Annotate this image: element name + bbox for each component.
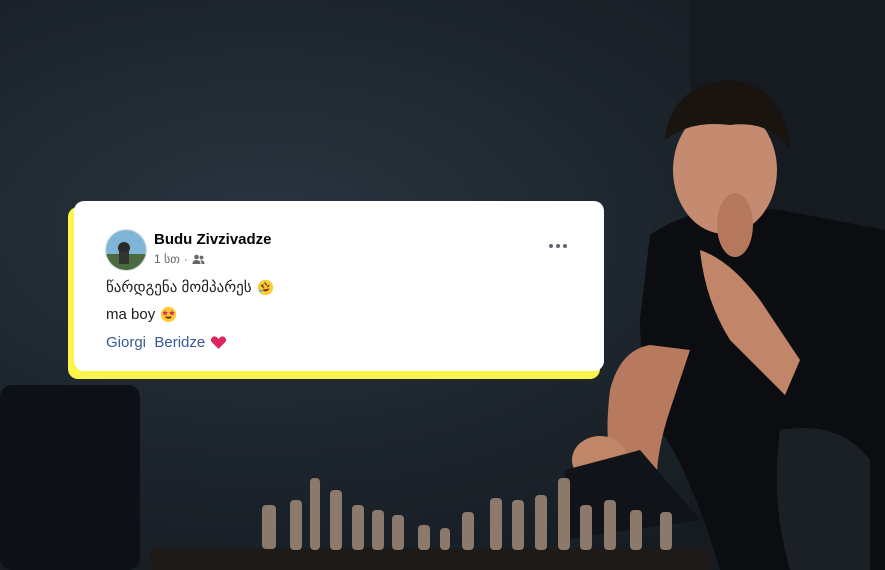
comment-line-2: ma boy — [106, 306, 177, 323]
post-time[interactable]: 1 სთ — [154, 252, 180, 266]
mention-last-name[interactable]: Beridze — [154, 334, 205, 351]
comment-card-wrapper: Budu Zivzivadze 1 სთ · წარდგენა მომპარეს — [68, 201, 604, 379]
comment-line-3: Giorgi Beridze — [106, 334, 227, 351]
friends-icon — [192, 254, 205, 264]
comment-text-1: წარდგენა მომპარეს — [106, 279, 252, 296]
star-struck-emoji — [161, 306, 177, 323]
author-name[interactable]: Budu Zivzivadze — [154, 231, 272, 248]
comment-line-1: წარდგენა მომპარეს — [106, 278, 274, 296]
comment-card: Budu Zivzivadze 1 სთ · წარდგენა მომპარეს — [74, 201, 604, 371]
red-heart-emoji — [211, 336, 227, 349]
chair-left — [0, 385, 140, 570]
post-meta: 1 სთ · — [154, 252, 205, 266]
mention-tag[interactable]: Giorgi Beridze — [106, 334, 205, 351]
meta-separator: · — [183, 252, 188, 266]
rolling-laughing-emoji — [257, 279, 273, 295]
mention-first-name[interactable]: Giorgi — [106, 334, 146, 351]
avatar[interactable] — [105, 229, 147, 271]
comment-text-2: ma boy — [106, 306, 156, 323]
more-options-icon[interactable] — [546, 239, 570, 253]
